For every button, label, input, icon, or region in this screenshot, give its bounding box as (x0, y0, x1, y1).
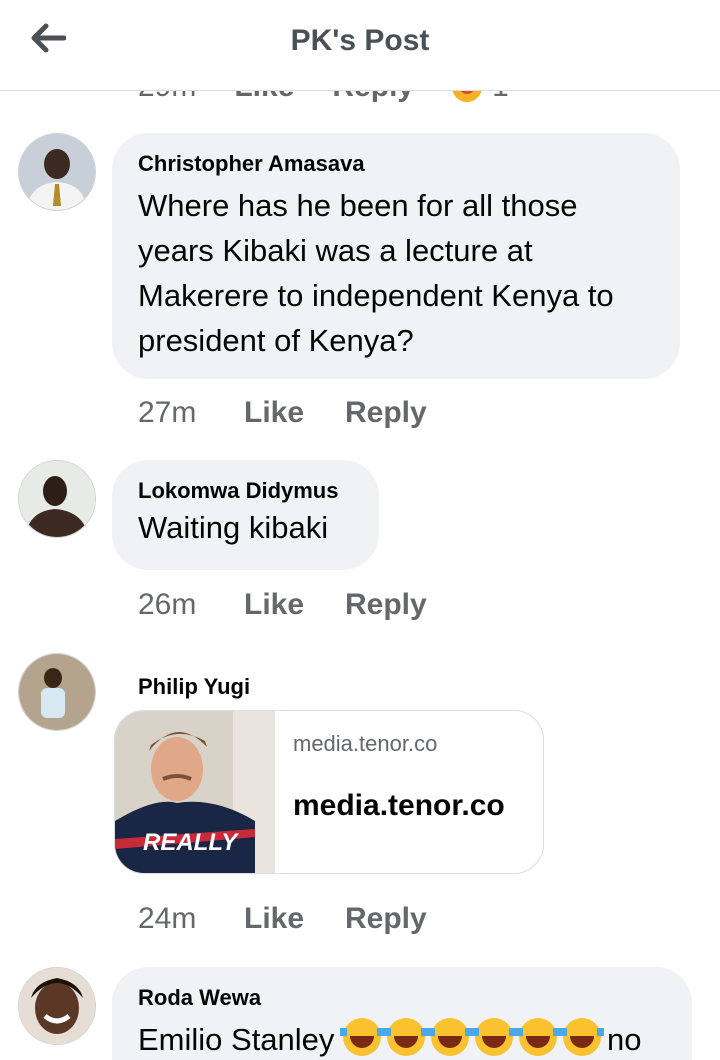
comment-text-suffix: no (607, 1022, 642, 1057)
link-title[interactable]: media.tenor.co (293, 789, 505, 823)
laughing-tears-emoji-icon (384, 1018, 429, 1056)
person-photo-icon (19, 461, 95, 537)
previous-comment-meta: 29m Like Reply 1 (138, 91, 509, 105)
child-photo-icon (19, 654, 95, 730)
comment-text: Waiting kibaki (138, 510, 329, 545)
laughing-tears-emoji-icon (472, 1018, 517, 1056)
avatar[interactable] (18, 653, 96, 731)
comment-actions: 27m Like Reply (138, 393, 427, 433)
comment-author[interactable]: Lokomwa Didymus (138, 478, 353, 504)
comment-text-prefix: Emilio Stanley (138, 1022, 335, 1057)
comment-time: 27m (138, 396, 197, 429)
reply-button[interactable]: Reply (345, 902, 427, 936)
comments-list: 29m Like Reply 1 Christopher Amasava Whe… (0, 91, 720, 1060)
emoji-row (340, 1018, 607, 1057)
comment-author[interactable]: Roda Wewa (138, 985, 666, 1011)
like-button[interactable]: Like (244, 396, 345, 430)
comment-time: 24m (138, 902, 197, 935)
comment-bubble[interactable]: Lokomwa Didymus Waiting kibaki (112, 460, 379, 570)
person-photo-icon (19, 968, 95, 1044)
laughing-tears-emoji-icon (516, 1018, 561, 1056)
like-button[interactable]: Like (244, 902, 345, 936)
comment-actions: 24m Like Reply (138, 899, 427, 939)
like-button[interactable]: Like (244, 588, 345, 622)
comment-time: 29m (138, 91, 196, 104)
comment-time: 26m (138, 588, 197, 621)
laughing-tears-emoji-icon (560, 1018, 605, 1056)
person-photo-icon (19, 134, 95, 210)
avatar[interactable] (18, 133, 96, 211)
reaction-count: 1 (492, 91, 509, 104)
comment-bubble[interactable]: Christopher Amasava Where has he been fo… (112, 133, 680, 379)
comment-author[interactable]: Philip Yugi (138, 674, 250, 700)
thumbnail-caption: REALLY (143, 829, 238, 856)
comment-bubble[interactable]: Roda Wewa Emilio Stanley no (112, 967, 692, 1060)
avatar[interactable] (18, 460, 96, 538)
reply-button[interactable]: Reply (345, 588, 427, 622)
laughing-tears-emoji-icon (428, 1018, 473, 1056)
reply-button[interactable]: Reply (332, 91, 414, 104)
comment-text: Emilio Stanley no (138, 1017, 666, 1060)
comment-author[interactable]: Christopher Amasava (138, 151, 654, 177)
laughing-tears-emoji-icon (340, 1018, 385, 1056)
reply-button[interactable]: Reply (345, 396, 427, 430)
link-thumbnail: REALLY (115, 711, 275, 873)
link-preview-card[interactable]: REALLY media.tenor.co media.tenor.co (114, 710, 544, 874)
like-button[interactable]: Like (234, 91, 294, 104)
comment-actions: 26m Like Reply (138, 585, 427, 625)
comment-text: Where has he been for all those years Ki… (138, 188, 614, 358)
link-domain: media.tenor.co (293, 731, 438, 756)
top-bar: PK's Post (0, 0, 720, 91)
page-title: PK's Post (290, 24, 430, 57)
avatar[interactable] (18, 967, 96, 1045)
haha-reaction-icon (452, 91, 483, 102)
